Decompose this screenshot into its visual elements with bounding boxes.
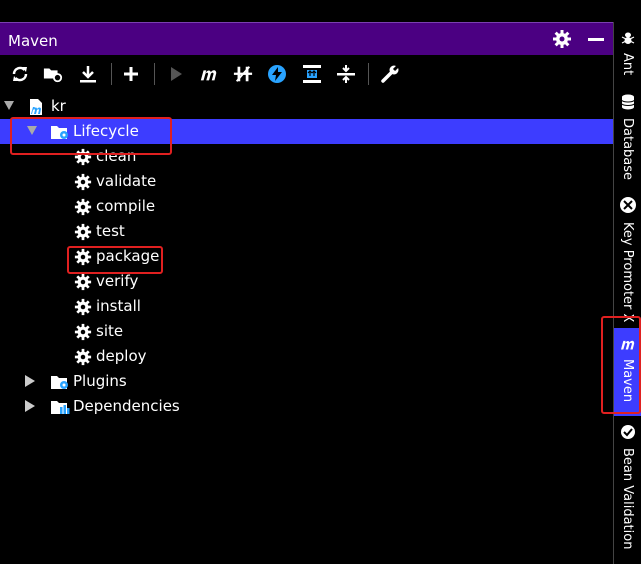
collapsed-arrow-icon[interactable] — [25, 375, 35, 387]
tool-window-title: Maven — [8, 32, 58, 50]
show-dependencies-icon[interactable] — [302, 64, 322, 84]
phase-label: install — [96, 297, 141, 315]
tree-node-label: kr — [51, 97, 66, 115]
collapsed-arrow-icon[interactable] — [25, 400, 35, 412]
database-icon — [621, 94, 635, 114]
top-strip — [0, 0, 613, 22]
minimize-icon[interactable] — [588, 38, 604, 41]
plugins-folder-icon — [50, 373, 68, 391]
lifecycle-phase-deploy[interactable]: deploy — [0, 344, 613, 369]
toolbar-separator — [154, 63, 155, 85]
lifecycle-phase-test[interactable]: test — [0, 219, 613, 244]
toolbar-separator — [368, 63, 369, 85]
maven-goal-icon[interactable] — [199, 64, 219, 84]
phase-label: verify — [96, 272, 139, 290]
tree-node-root[interactable]: kr — [0, 94, 613, 119]
highlight-box-lifecycle — [10, 117, 172, 155]
maven-toolbar — [0, 55, 613, 92]
phase-gear-icon — [74, 273, 92, 291]
phase-gear-icon — [74, 348, 92, 366]
toolbar-separator — [111, 63, 112, 85]
sidebar-tab-label: Key Promoter X — [620, 222, 635, 323]
expand-arrow-icon[interactable] — [4, 101, 14, 110]
sidebar-tab-bean-validation[interactable]: Bean Validation — [614, 424, 641, 549]
collapse-all-icon[interactable] — [336, 64, 356, 84]
phase-label: site — [96, 322, 124, 340]
import-icon[interactable] — [43, 64, 63, 84]
offline-icon[interactable] — [267, 64, 287, 84]
reload-all-icon[interactable] — [10, 64, 30, 84]
highlight-box-maven-tab — [601, 316, 641, 414]
tree-node-plugins[interactable]: Plugins — [0, 369, 613, 394]
sidebar-tab-ant[interactable]: Ant — [614, 30, 641, 75]
right-tool-window-bar: Ant Database Key Promoter X Maven Bean V… — [613, 22, 641, 564]
lifecycle-phase-compile[interactable]: compile — [0, 194, 613, 219]
sidebar-tab-label: Database — [620, 118, 635, 181]
tree-node-label: Plugins — [73, 372, 127, 390]
phase-label: deploy — [96, 347, 147, 365]
dependencies-folder-icon — [50, 398, 70, 416]
phase-gear-icon — [74, 223, 92, 241]
run-icon[interactable] — [166, 64, 186, 84]
key-promoter-icon — [619, 196, 637, 218]
tree-node-dependencies[interactable]: Dependencies — [0, 394, 613, 419]
tool-window-header: Maven — [0, 22, 613, 55]
bean-validation-icon — [620, 424, 636, 444]
phase-gear-icon — [74, 298, 92, 316]
phase-label: test — [96, 222, 125, 240]
settings-wrench-icon[interactable] — [380, 64, 400, 84]
lifecycle-phase-site[interactable]: site — [0, 319, 613, 344]
sidebar-tab-label: Bean Validation — [620, 448, 635, 550]
phase-label: validate — [96, 172, 157, 190]
maven-projects-tree: kr Lifecycle clean validate compile test… — [0, 92, 613, 564]
lifecycle-phase-install[interactable]: install — [0, 294, 613, 319]
sidebar-tab-key-promoter-x[interactable]: Key Promoter X — [614, 196, 641, 322]
phase-gear-icon — [74, 173, 92, 191]
tree-node-label: Dependencies — [73, 397, 180, 415]
sidebar-tab-database[interactable]: Database — [614, 94, 641, 180]
header-settings-icon[interactable] — [552, 29, 572, 53]
add-icon[interactable] — [121, 64, 141, 84]
download-icon[interactable] — [78, 64, 98, 84]
lifecycle-phase-validate[interactable]: validate — [0, 169, 613, 194]
sidebar-tab-label: Ant — [620, 53, 635, 76]
highlight-box-package — [67, 246, 163, 274]
skip-tests-icon[interactable] — [233, 64, 253, 84]
phase-gear-icon — [74, 323, 92, 341]
phase-label: compile — [96, 197, 156, 215]
maven-module-icon — [27, 97, 45, 115]
ant-icon — [620, 30, 636, 49]
phase-gear-icon — [74, 198, 92, 216]
